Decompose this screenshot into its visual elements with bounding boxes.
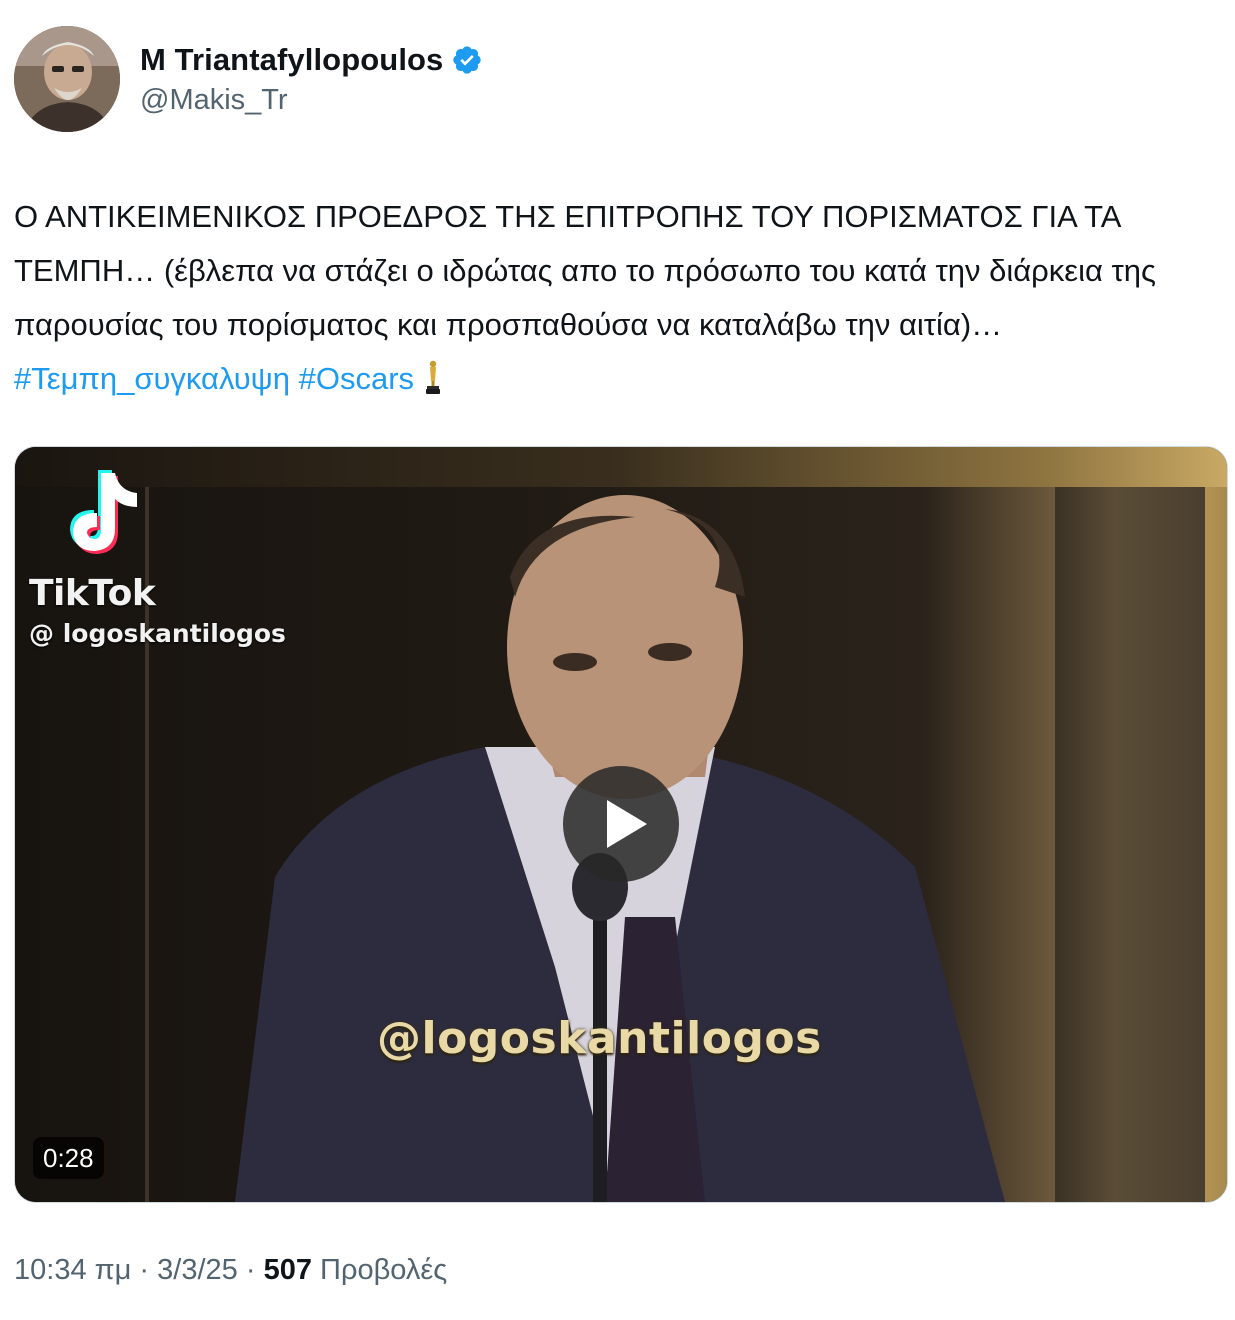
hashtag-link[interactable]: #Τεμπη_συγκαλυψη [14, 361, 290, 396]
tweet-text: Ο ΑΝΤΙΚΕΙΜΕΝΙΚΟΣ ΠΡΟΕΔΡΟΣ ΤΗΣ ΕΠΙΤΡΟΠΗΣ … [14, 190, 1229, 406]
oscar-trophy-icon [422, 358, 444, 394]
hashtag-link[interactable]: #Oscars [299, 361, 414, 396]
tiktok-brand-label: TikTok [29, 573, 156, 614]
video-player[interactable]: TikTok @ logoskantilogos @logoskantilogo… [14, 446, 1228, 1203]
tweet-body-text: Ο ΑΝΤΙΚΕΙΜΕΝΙΚΟΣ ΠΡΟΕΔΡΟΣ ΤΗΣ ΕΠΙΤΡΟΠΗΣ … [14, 199, 1156, 342]
verified-badge-icon [451, 44, 483, 76]
tweet-meta: 10:34 πμ · 3/3/25 · 507 Προβολές [14, 1254, 447, 1287]
author-name-row[interactable]: M Triantafyllopoulos [140, 40, 483, 80]
video-watermark: @logoskantilogos [377, 1013, 822, 1064]
tweet-date-link[interactable]: 3/3/25 [157, 1254, 238, 1286]
play-button[interactable] [563, 766, 679, 882]
author-display-name[interactable]: M Triantafyllopoulos [140, 42, 443, 78]
video-duration-badge: 0:28 [33, 1137, 104, 1179]
views-label: Προβολές [311, 1254, 448, 1286]
tiktok-logo-icon [70, 470, 137, 554]
avatar-image [14, 26, 120, 132]
meta-separator: · [131, 1254, 158, 1286]
author-avatar[interactable] [14, 26, 120, 132]
meta-separator: · [237, 1254, 264, 1286]
tweet-time-link[interactable]: 10:34 πμ [14, 1254, 131, 1286]
tiktok-handle-label: @ logoskantilogos [29, 619, 286, 648]
author-handle[interactable]: @Makis_Tr [140, 84, 288, 117]
views-count: 507 [263, 1254, 312, 1286]
play-icon [607, 800, 647, 848]
